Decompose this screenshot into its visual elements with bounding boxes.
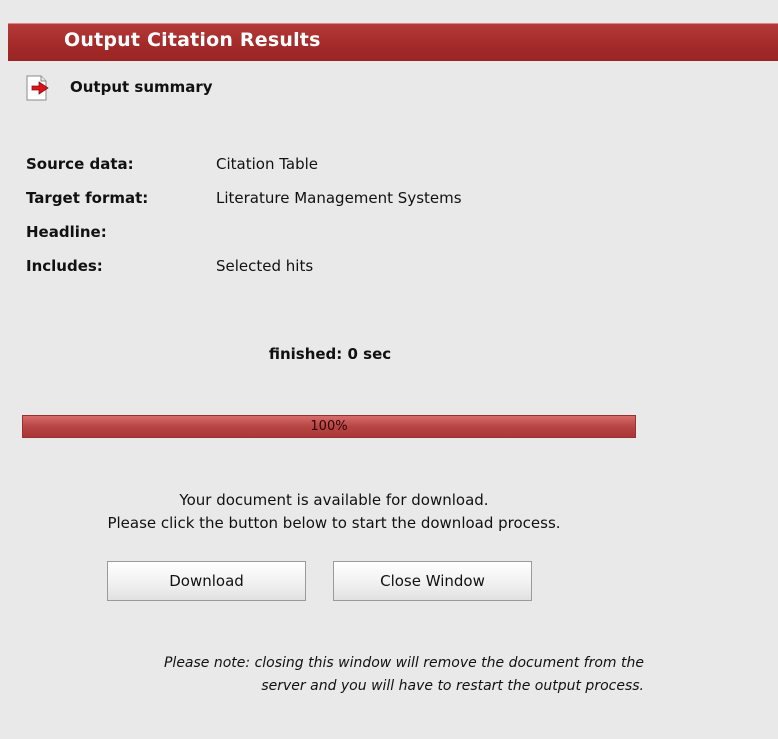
close-window-button[interactable]: Close Window bbox=[333, 561, 532, 601]
download-message: Your document is available for download.… bbox=[34, 489, 634, 535]
output-arrow-icon bbox=[26, 75, 49, 101]
progress-bar: 100% bbox=[22, 415, 636, 438]
progress-label: 100% bbox=[310, 419, 348, 434]
message-line: Your document is available for download. bbox=[179, 491, 489, 509]
info-key: Source data: bbox=[26, 155, 134, 173]
note-line: server and you will have to restart the … bbox=[261, 678, 644, 694]
summary-label: Output summary bbox=[70, 78, 213, 96]
status-text: finished: 0 sec bbox=[268, 345, 392, 363]
download-button[interactable]: Download bbox=[107, 561, 306, 601]
window-header: Output Citation Results bbox=[8, 23, 778, 61]
info-value: Citation Table bbox=[216, 155, 319, 173]
info-value: Literature Management Systems bbox=[216, 189, 462, 207]
page-title: Output Citation Results bbox=[64, 29, 321, 51]
note-line: Please note: closing this window will re… bbox=[163, 655, 644, 671]
info-key: Headline: bbox=[26, 223, 107, 241]
note-text: Please note: closing this window will re… bbox=[22, 652, 644, 698]
info-key: Target format: bbox=[26, 189, 149, 207]
info-value: Selected hits bbox=[216, 257, 314, 275]
message-line: Please click the button below to start t… bbox=[107, 514, 561, 532]
info-key: Includes: bbox=[26, 257, 103, 275]
